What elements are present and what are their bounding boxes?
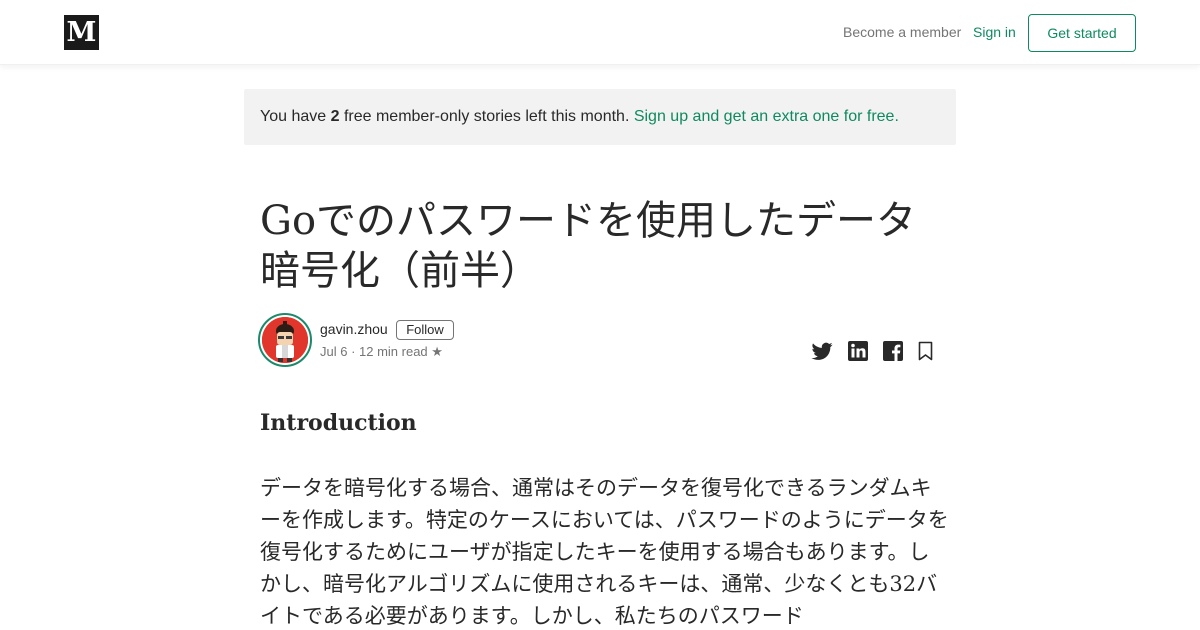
banner-prefix: You have bbox=[260, 108, 331, 125]
medium-logo[interactable]: M bbox=[64, 15, 99, 50]
section-heading: Introduction bbox=[260, 410, 417, 436]
follow-button[interactable]: Follow bbox=[396, 320, 454, 340]
avatar-character-icon bbox=[262, 317, 308, 363]
banner-signup-link[interactable]: Sign up and get an extra one for free. bbox=[634, 108, 899, 125]
facebook-icon[interactable] bbox=[881, 339, 905, 363]
article-paragraph: データを暗号化する場合、通常はそのデータを復号化できるランダムキーを作成します。… bbox=[260, 476, 949, 628]
article-meta: Jul 6 · 12 min read ★ bbox=[320, 344, 443, 359]
avatar-image bbox=[262, 317, 308, 363]
bookmark-icon[interactable] bbox=[914, 339, 938, 363]
article-title: Goでのパスワードを使用したデータ暗号化（前半） bbox=[260, 198, 917, 294]
banner-suffix: free member-only stories left this month… bbox=[339, 108, 634, 125]
get-started-button[interactable]: Get started bbox=[1028, 14, 1136, 52]
member-stories-banner: You have 2 free member-only stories left… bbox=[244, 89, 956, 145]
author-name-link[interactable]: gavin.zhou bbox=[320, 321, 388, 338]
sign-in-link[interactable]: Sign in bbox=[973, 24, 1016, 41]
become-member-link[interactable]: Become a member bbox=[843, 24, 961, 41]
author-avatar[interactable] bbox=[258, 313, 312, 367]
twitter-icon[interactable] bbox=[810, 339, 834, 363]
top-navigation-bar: M Become a member Sign in Get started bbox=[0, 0, 1200, 65]
linkedin-icon[interactable] bbox=[846, 339, 870, 363]
banner-count: 2 bbox=[330, 108, 340, 125]
